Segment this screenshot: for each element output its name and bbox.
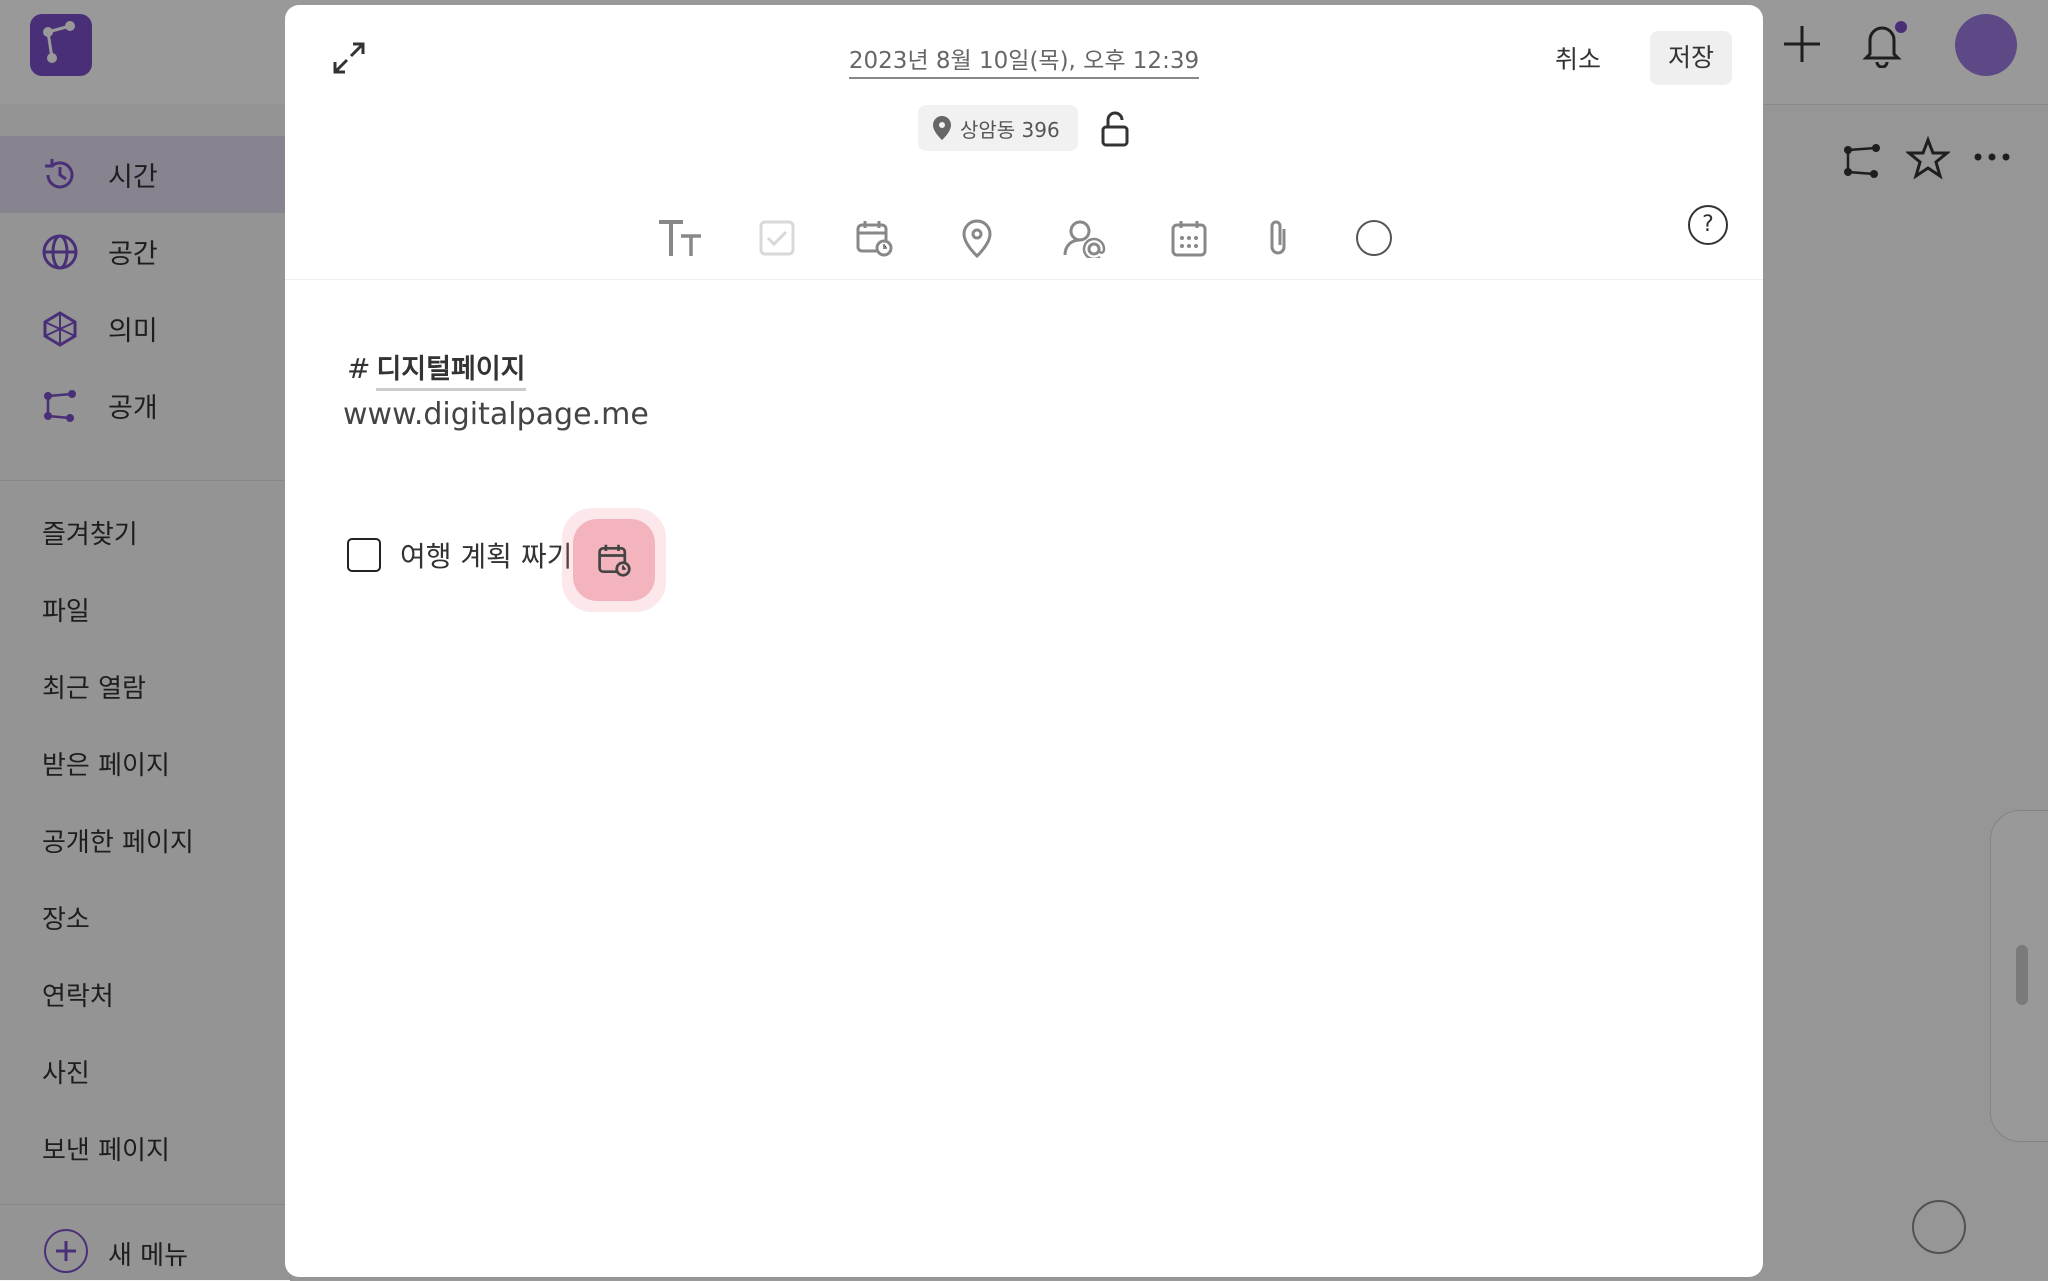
- todo-schedule-button[interactable]: [562, 508, 666, 612]
- location-tool[interactable]: [949, 210, 1005, 266]
- calendar-icon: [1171, 221, 1207, 257]
- circle-icon: [1356, 220, 1392, 256]
- date-link[interactable]: 2023년 8월 10일(목), 오후 12:39: [848, 48, 1200, 79]
- cancel-button[interactable]: 취소: [1555, 36, 1601, 84]
- location-chip[interactable]: 상암동 396: [918, 105, 1078, 151]
- todo-text[interactable]: 여행 계획 짜기: [400, 535, 572, 575]
- map-pin-icon: [962, 219, 992, 258]
- paperclip-icon: [1270, 220, 1286, 255]
- text-size-icon: [659, 220, 701, 256]
- calendar-clock-icon: [598, 544, 631, 577]
- hash-symbol: #: [347, 352, 371, 385]
- location-label: 상암동 396: [960, 117, 1060, 142]
- contact-tool[interactable]: [1056, 210, 1112, 266]
- contact-icon: [1063, 220, 1106, 258]
- date-header: 2023년 8월 10일(목), 오후 12:39: [285, 41, 1763, 79]
- checkbox-icon: [759, 220, 795, 256]
- tag-line: # 디지털페이지: [347, 347, 526, 391]
- schedule-tool[interactable]: [846, 210, 902, 266]
- todo-checkbox[interactable]: [347, 538, 381, 572]
- calendar-clock-icon: [856, 221, 893, 257]
- attach-tool[interactable]: [1251, 210, 1307, 266]
- calendar-tool[interactable]: [1161, 210, 1217, 266]
- todo-schedule-highlight: [573, 519, 655, 601]
- editor-toolbar: [285, 200, 1763, 280]
- map-pin-icon: [933, 116, 951, 140]
- text-format-tool[interactable]: [652, 210, 708, 266]
- url-text[interactable]: www.digitalpage.me: [343, 397, 649, 432]
- todo-item: 여행 계획 짜기: [347, 527, 572, 583]
- page-editor-modal: 2023년 8월 10일(목), 오후 12:39 취소 저장 상암동 396: [285, 5, 1763, 1277]
- unlock-icon[interactable]: [1097, 109, 1133, 149]
- hashtag[interactable]: 디지털페이지: [376, 347, 526, 391]
- save-button[interactable]: 저장: [1650, 31, 1732, 85]
- help-button[interactable]: ?: [1688, 205, 1728, 245]
- checkbox-tool[interactable]: [749, 210, 805, 266]
- color-tool[interactable]: [1346, 210, 1402, 266]
- toolbar-divider: [285, 279, 1763, 280]
